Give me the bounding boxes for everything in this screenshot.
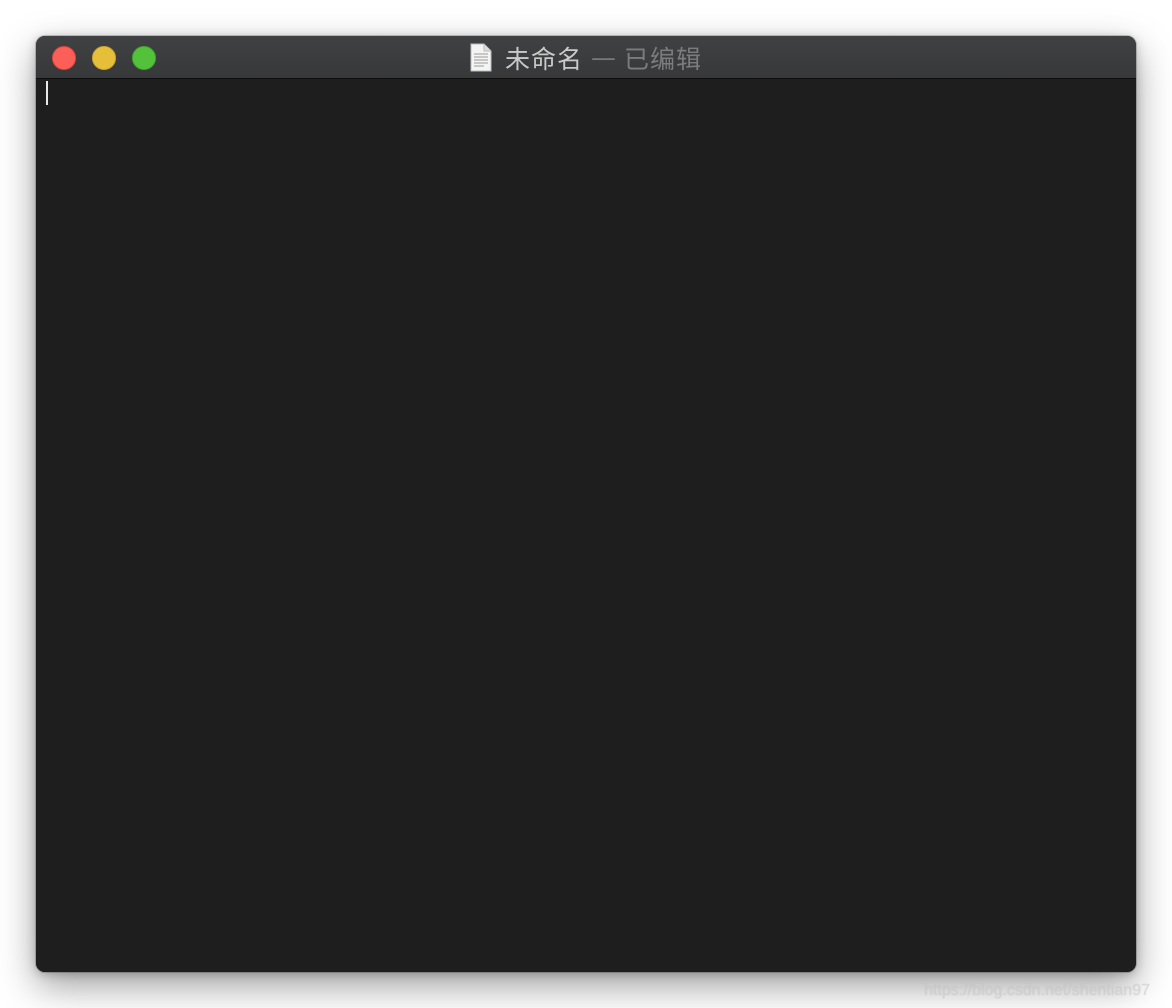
watermark: https://blog.csdn.net/shentian97 [924,982,1150,999]
window-title: 未命名 — 已编辑 [36,36,1136,79]
text-caret [46,81,48,105]
text-editor-window: 未命名 — 已编辑 [36,36,1136,972]
edited-status: 已编辑 [624,44,703,74]
document-icon[interactable] [470,43,492,72]
title-bar[interactable]: 未命名 — 已编辑 [36,36,1136,79]
text-area[interactable] [36,79,1136,972]
document-name[interactable]: 未命名 [505,40,583,76]
title-separator: — [591,43,616,72]
